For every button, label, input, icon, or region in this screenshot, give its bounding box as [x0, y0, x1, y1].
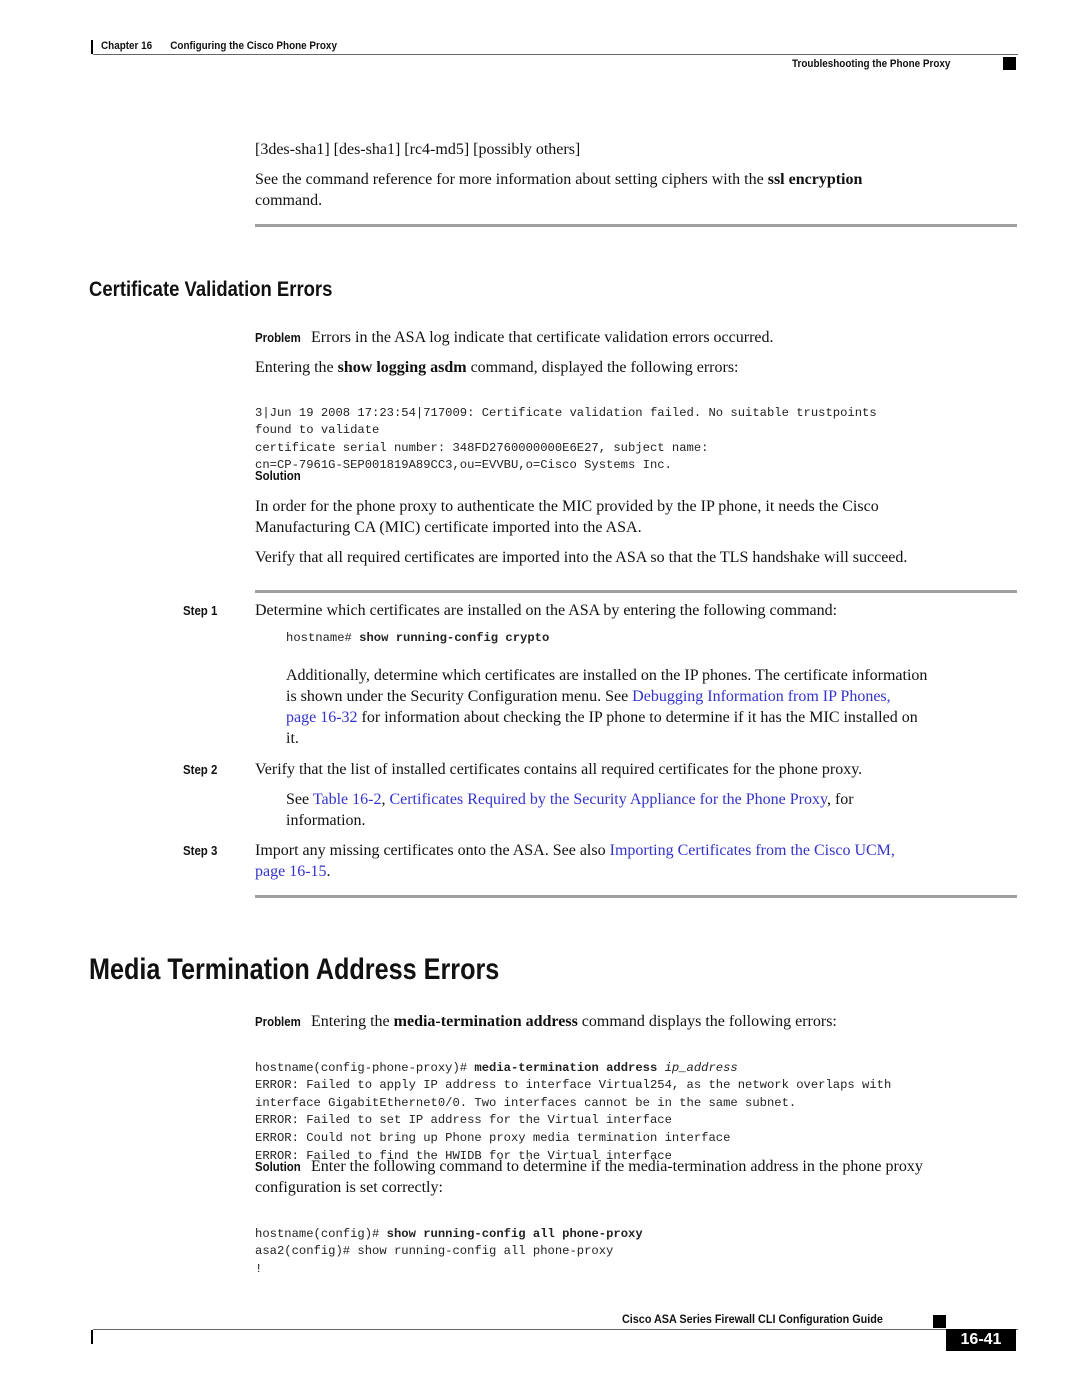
log-output: 3|Jun 19 2008 17:23:54|717009: Certifica…	[255, 387, 877, 493]
chapter-number: Chapter 16	[101, 40, 153, 52]
solution-paragraph-1: In order for the phone proxy to authenti…	[255, 498, 879, 536]
see-command-reference: See the command reference for more infor…	[255, 171, 863, 209]
log-line: 3|Jun 19 2008 17:23:54|717009: Certifica…	[255, 405, 877, 420]
link-table-16-2[interactable]: Table 16-2	[313, 791, 382, 808]
link-certificates-required[interactable]: Certificates Required by the Security Ap…	[389, 791, 827, 808]
cipher-list: [3des-sha1] [des-sha1] [rc4-md5] [possib…	[255, 141, 581, 158]
solution-paragraph-2: Verify that all required certificates ar…	[255, 549, 908, 566]
header-chapter: Chapter 16 Configuring the Cisco Phone P…	[101, 40, 337, 52]
command-line: !	[255, 1261, 263, 1276]
footer-left-bar	[91, 1330, 93, 1344]
link-debugging-info[interactable]: Debugging Information from IP Phones,	[632, 688, 890, 705]
log-line: found to validate	[255, 423, 380, 438]
step-2-text: Verify that the list of installed certif…	[255, 761, 863, 778]
link-importing-certificates[interactable]: Importing Certificates from the Cisco UC…	[610, 842, 895, 859]
step-3-label: Step 3	[183, 843, 218, 858]
step-1-label: Step 1	[183, 603, 218, 618]
media-problem-paragraph: Problem Entering the media-termination a…	[255, 1013, 837, 1030]
error-line: ERROR: Failed to apply IP address to int…	[255, 1078, 892, 1093]
media-solution-label: Solution	[255, 1159, 301, 1174]
entering-paragraph: Entering the show logging asdm command, …	[255, 359, 739, 376]
step-1-command: hostname# show running-config crypto	[286, 631, 550, 645]
solution-label: Solution	[255, 468, 301, 483]
footer-rule	[93, 1329, 1018, 1330]
step-2-label: Step 2	[183, 762, 218, 777]
log-line: certificate serial number: 348FD27600000…	[255, 440, 709, 455]
steps-divider-top	[255, 590, 1017, 593]
problem-label: Problem	[255, 330, 301, 345]
command-line: hostname(config)# show running-config al…	[255, 1226, 643, 1241]
section-divider	[255, 224, 1017, 227]
footer-guide-title: Cisco ASA Series Firewall CLI Configurat…	[622, 1312, 883, 1326]
header-left-bar	[91, 40, 93, 54]
media-solution-paragraph: Solution Enter the following command to …	[255, 1158, 923, 1196]
command-line: hostname(config-phone-proxy)# media-term…	[255, 1060, 738, 1075]
step-1-text: Determine which certificates are install…	[255, 602, 838, 619]
link-page-16-15[interactable]: page 16-15	[255, 863, 327, 880]
command-line: asa2(config)# show running-config all ph…	[255, 1244, 614, 1259]
section-heading-certificate: Certificate Validation Errors	[89, 278, 333, 301]
page-number: 16-41	[946, 1329, 1016, 1351]
footer-black-square	[933, 1315, 946, 1328]
header-section: Troubleshooting the Phone Proxy	[792, 58, 951, 70]
steps-divider-bottom	[255, 895, 1017, 898]
header-black-square	[1003, 57, 1016, 70]
error-line: ERROR: Failed to set IP address for the …	[255, 1113, 672, 1128]
link-page-16-32[interactable]: page 16-32	[286, 709, 358, 726]
media-problem-label: Problem	[255, 1014, 301, 1029]
log-line: cn=CP-7961G-SEP001819A89CC3,ou=EVVBU,o=C…	[255, 458, 672, 473]
header-rule	[93, 54, 1018, 55]
problem-paragraph: Problem Errors in the ASA log indicate t…	[255, 329, 774, 346]
media-solution-commands: hostname(config)# show running-config al…	[255, 1208, 643, 1296]
section-heading-media-termination: Media Termination Address Errors	[89, 953, 500, 986]
step-2-see: See Table 16-2, Certificates Required by…	[286, 791, 854, 829]
error-line: interface GigabitEthernet0/0. Two interf…	[255, 1095, 797, 1110]
chapter-title: Configuring the Cisco Phone Proxy	[170, 40, 337, 52]
step-3-text: Import any missing certificates onto the…	[255, 842, 895, 880]
step-1-additional: Additionally, determine which certificat…	[286, 667, 928, 747]
error-line: ERROR: Could not bring up Phone proxy me…	[255, 1130, 731, 1145]
